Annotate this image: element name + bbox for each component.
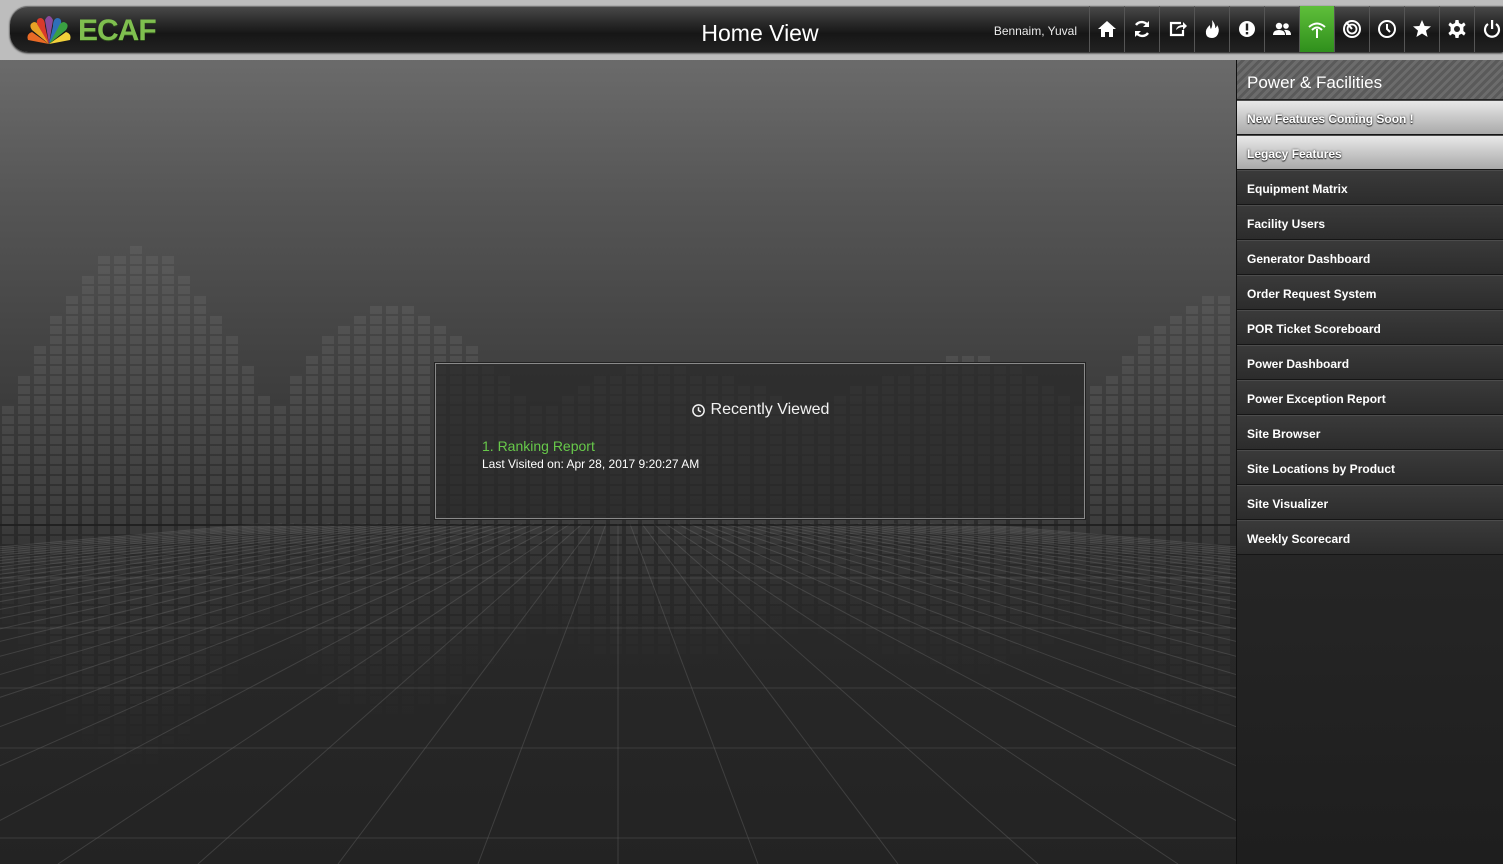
- peacock-logo-icon: [27, 16, 71, 44]
- sidebar: Power & Facilities New Features Coming S…: [1236, 60, 1503, 864]
- sidebar-item-order-request-system[interactable]: Order Request System: [1237, 275, 1503, 310]
- fire-button[interactable]: [1194, 6, 1229, 52]
- logo-text: ECAF: [78, 14, 157, 47]
- sidebar-item-equipment-matrix[interactable]: Equipment Matrix: [1237, 170, 1503, 205]
- recently-viewed-label: Recently Viewed: [710, 401, 830, 418]
- sidebar-item-site-browser[interactable]: Site Browser: [1237, 415, 1503, 450]
- sidebar-item-por-ticket-scoreboard[interactable]: POR Ticket Scoreboard: [1237, 310, 1503, 345]
- sidebar-item-site-locations-by-product[interactable]: Site Locations by Product: [1237, 450, 1503, 485]
- share-button[interactable]: [1159, 6, 1194, 52]
- radar-button[interactable]: [1334, 6, 1369, 52]
- recently-viewed-title: Recently Viewed: [436, 401, 1084, 419]
- sidebar-item-power-exception-report[interactable]: Power Exception Report: [1237, 380, 1503, 415]
- sidebar-item-site-visualizer[interactable]: Site Visualizer: [1237, 485, 1503, 520]
- signal-icon: [1308, 22, 1326, 38]
- logo[interactable]: ECAF: [26, 14, 157, 48]
- user-name[interactable]: Bennaim, Yuval: [994, 24, 1077, 38]
- sidebar-title: Power & Facilities: [1237, 60, 1503, 100]
- star-icon: [1413, 20, 1431, 37]
- alert-button[interactable]: [1229, 6, 1264, 52]
- toolbar: [1089, 6, 1503, 52]
- sidebar-item-generator-dashboard[interactable]: Generator Dashboard: [1237, 240, 1503, 275]
- clock-icon: [691, 403, 705, 417]
- clock-icon: [1378, 20, 1396, 38]
- sidebar-item-legacy-features[interactable]: Legacy Features: [1237, 135, 1503, 170]
- recently-viewed-panel: Recently Viewed 1. Ranking Report Last V…: [435, 363, 1085, 519]
- sidebar-item-power-dashboard[interactable]: Power Dashboard: [1237, 345, 1503, 380]
- history-button[interactable]: [1369, 6, 1404, 52]
- favorites-button[interactable]: [1404, 6, 1439, 52]
- sidebar-item-facility-users[interactable]: Facility Users: [1237, 205, 1503, 240]
- power-button[interactable]: [1474, 6, 1503, 52]
- recent-item-visited: Last Visited on: Apr 28, 2017 9:20:27 AM: [482, 457, 700, 471]
- power-icon: [1483, 20, 1501, 38]
- recent-item-link[interactable]: 1. Ranking Report: [482, 438, 595, 454]
- fire-icon: [1205, 20, 1219, 38]
- settings-button[interactable]: [1439, 6, 1474, 52]
- home-button[interactable]: [1089, 6, 1124, 52]
- radar-icon: [1343, 20, 1361, 38]
- share-icon: [1169, 21, 1187, 37]
- refresh-icon: [1134, 20, 1150, 38]
- gear-icon: [1448, 20, 1466, 38]
- alert-icon: [1239, 21, 1255, 37]
- users-button[interactable]: [1264, 6, 1299, 52]
- sidebar-item-weekly-scorecard[interactable]: Weekly Scorecard: [1237, 520, 1503, 555]
- app-window: ECAF Home View Bennaim, Yuval Recently V…: [0, 0, 1503, 864]
- refresh-button[interactable]: [1124, 6, 1159, 52]
- home-icon: [1098, 21, 1116, 37]
- users-icon: [1273, 22, 1291, 35]
- sidebar-item-new-features[interactable]: New Features Coming Soon !: [1237, 100, 1503, 135]
- signal-button[interactable]: [1299, 6, 1334, 52]
- header: ECAF Home View Bennaim, Yuval: [0, 0, 1503, 60]
